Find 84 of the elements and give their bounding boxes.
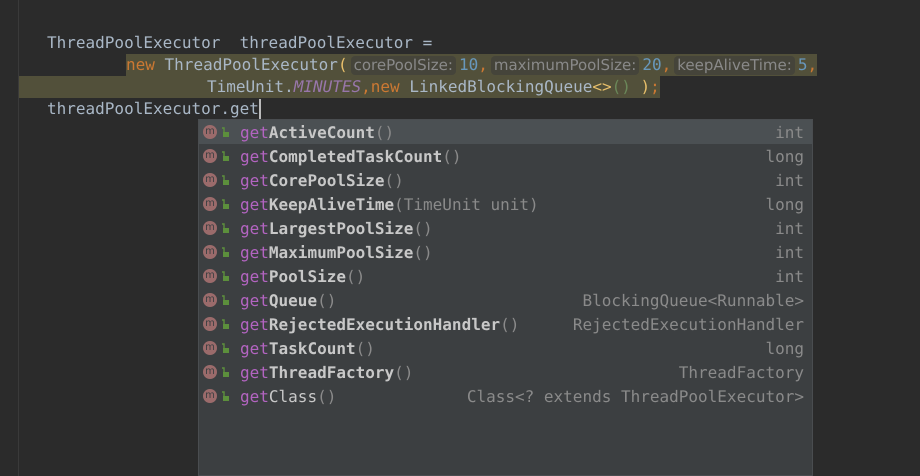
completion-item[interactable]: m getThreadFactory() ThreadFactory: [199, 360, 812, 384]
return-type: int: [775, 266, 804, 286]
method-icon: m: [203, 125, 217, 139]
method-signature: getClass(): [240, 386, 338, 406]
method-signature: getKeepAliveTime(TimeUnit unit): [240, 194, 540, 214]
completion-item[interactable]: m getQueue() BlockingQueue<Runnable>: [199, 288, 812, 312]
return-type: int: [775, 242, 804, 262]
completion-item[interactable]: m getRejectedExecutionHandler() RejectedExecutionHandler: [199, 312, 812, 336]
parameter-hint: maximumPoolSize:: [490, 56, 640, 74]
method-icon: m: [203, 389, 217, 403]
return-type: ThreadFactory: [678, 362, 804, 382]
return-type: Class<? extends ThreadPoolExecutor>: [466, 386, 804, 406]
method-icon: m: [203, 317, 217, 331]
unlock-icon: [221, 247, 229, 257]
text-cursor: [258, 99, 261, 119]
completion-item[interactable]: m getKeepAliveTime(TimeUnit unit) long: [199, 192, 812, 216]
unlock-icon: [221, 367, 229, 377]
unlock-icon: [221, 223, 229, 233]
brackets: (): [612, 76, 631, 98]
completion-item[interactable]: m getTaskCount() long: [199, 336, 812, 360]
method-icon: m: [203, 221, 217, 235]
punctuation: ;: [650, 76, 660, 98]
completion-item[interactable]: m getClass() Class<? extends ThreadPoolExecutor>: [199, 384, 812, 408]
completion-item[interactable]: m getCorePoolSize() int: [199, 168, 812, 192]
method-signature: getQueue(): [240, 290, 338, 310]
number-literal: 10: [458, 54, 478, 76]
unlock-icon: [221, 319, 229, 329]
completion-item[interactable]: m getActiveCount() int: [199, 120, 812, 144]
punctuation: ,: [478, 54, 488, 76]
parenthesis: (: [338, 54, 348, 76]
method-signature: getRejectedExecutionHandler(): [240, 314, 520, 334]
return-type: long: [765, 338, 804, 358]
method-signature: getMaximumPoolSize(): [240, 242, 434, 262]
unlock-icon: [221, 127, 229, 137]
method-icon: m: [203, 269, 217, 283]
code-text: threadPoolExecutor.get: [47, 98, 259, 120]
unlock-icon: [221, 295, 229, 305]
keyword: new: [126, 54, 155, 76]
completion-item[interactable]: m getMaximumPoolSize() int: [199, 240, 812, 264]
unlock-icon: [221, 199, 229, 209]
number-literal: 20: [642, 54, 662, 76]
method-signature: getTaskCount(): [240, 338, 376, 358]
method-signature: getActiveCount(): [240, 122, 396, 142]
method-icon: m: [203, 341, 217, 355]
return-type: int: [775, 170, 804, 190]
keyword: new: [370, 76, 400, 98]
unlock-icon: [221, 271, 229, 281]
punctuation: ,: [662, 54, 672, 76]
method-icon: m: [203, 245, 217, 259]
return-type: int: [775, 218, 804, 238]
completion-item[interactable]: m getLargestPoolSize() int: [199, 216, 812, 240]
number-literal: 5: [798, 54, 808, 76]
parameter-hint: keepAliveTime:: [674, 56, 795, 74]
completion-item[interactable]: m getCompletedTaskCount() long: [199, 144, 812, 168]
method-signature: getThreadFactory(): [240, 362, 414, 382]
return-type: long: [765, 146, 804, 166]
punctuation: ,: [361, 76, 371, 98]
angle-brackets: <>: [592, 76, 612, 98]
method-icon: m: [203, 293, 217, 307]
method-signature: getPoolSize(): [240, 266, 366, 286]
method-signature: getCompletedTaskCount(): [240, 146, 463, 166]
method-signature: getCorePoolSize(): [240, 170, 405, 190]
method-icon: m: [203, 149, 217, 163]
code-text: ThreadPoolExecutor threadPoolExecutor =: [47, 32, 432, 54]
code-text: TimeUnit.: [207, 76, 294, 98]
parameter-hint: corePoolSize:: [350, 56, 456, 74]
punctuation: ,: [807, 54, 818, 76]
code-text: LinkedBlockingQueue: [408, 76, 592, 98]
method-icon: m: [203, 365, 217, 379]
unlock-icon: [221, 175, 229, 185]
code-text: ThreadPoolExecutor: [164, 54, 338, 76]
return-type: RejectedExecutionHandler: [572, 314, 804, 334]
method-icon: m: [203, 173, 217, 187]
return-type: BlockingQueue<Runnable>: [582, 290, 804, 310]
parenthesis: ): [640, 76, 650, 98]
return-type: int: [775, 122, 804, 142]
completion-item[interactable]: m getPoolSize() int: [199, 264, 812, 288]
constant-name: MINUTES: [294, 76, 362, 98]
method-signature: getLargestPoolSize(): [240, 218, 434, 238]
unlock-icon: [221, 391, 229, 401]
method-icon: m: [203, 197, 217, 211]
unlock-icon: [221, 343, 229, 353]
unlock-icon: [221, 151, 229, 161]
return-type: long: [765, 194, 804, 214]
